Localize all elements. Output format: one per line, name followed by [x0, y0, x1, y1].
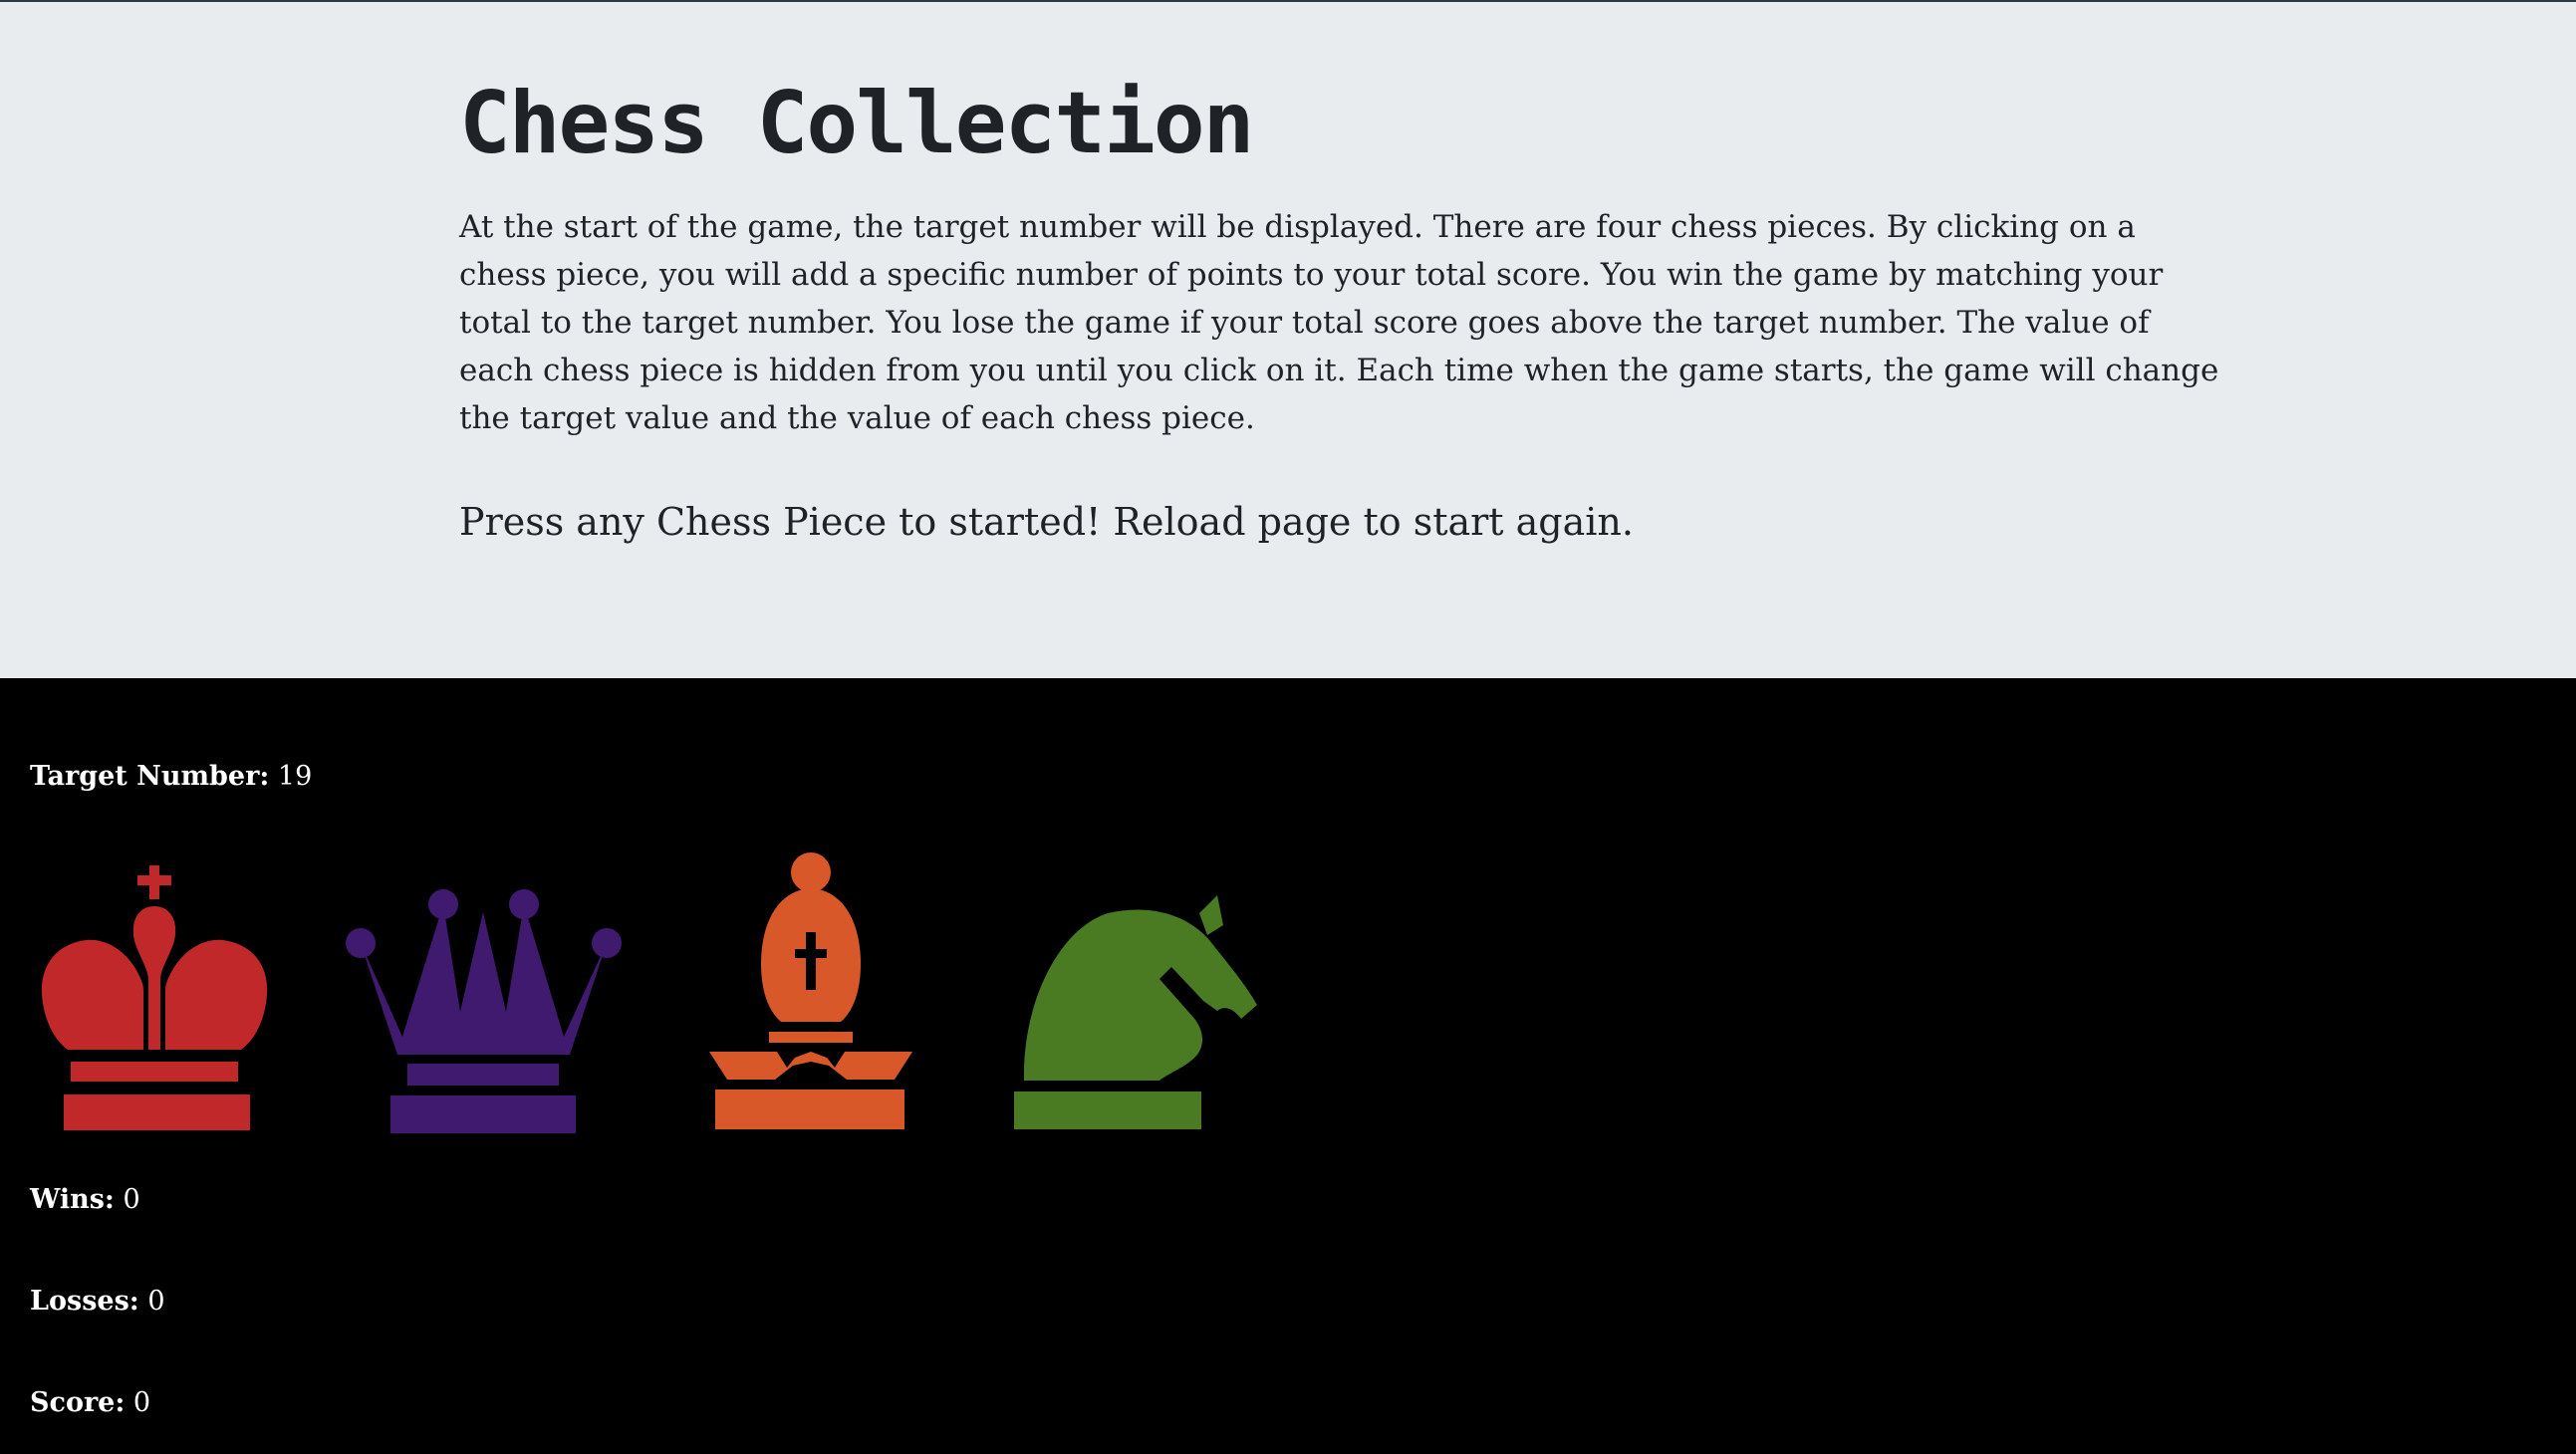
score-value: 0: [132, 1387, 151, 1418]
bishop-cross-icon: [806, 932, 816, 990]
knight-piece-button[interactable]: [1012, 895, 1259, 1132]
queen-piece-button[interactable]: [343, 887, 624, 1136]
bishop-icon: [709, 852, 912, 1129]
score-counter: Score: 0: [30, 1387, 150, 1418]
score-label: Score:: [30, 1387, 126, 1418]
king-piece-button[interactable]: [36, 860, 279, 1133]
losses-value: 0: [147, 1286, 165, 1317]
start-message: Press any Chess Piece to started! Reload…: [459, 500, 1634, 544]
knight-icon: [1014, 895, 1257, 1129]
game-area: Target Number: 19 Wins: 0 Losses: 0 Scor…: [0, 678, 2576, 1454]
page-title: Chess Collection: [459, 74, 1254, 173]
wins-value: 0: [123, 1184, 140, 1215]
bishop-piece-button[interactable]: [709, 852, 912, 1133]
king-icon: [41, 865, 268, 1130]
queen-icon: [346, 889, 622, 1133]
wins-counter: Wins: 0: [30, 1184, 140, 1215]
target-number-value: 19: [277, 761, 313, 792]
losses-counter: Losses: 0: [30, 1286, 165, 1317]
game-instructions: At the start of the game, the target num…: [459, 209, 2219, 436]
jumbotron: Chess Collection At the start of the gam…: [0, 0, 2576, 678]
losses-label: Losses:: [30, 1286, 139, 1317]
wins-label: Wins:: [30, 1184, 115, 1215]
target-number: Target Number: 19: [30, 761, 312, 792]
target-number-label: Target Number:: [30, 761, 270, 792]
